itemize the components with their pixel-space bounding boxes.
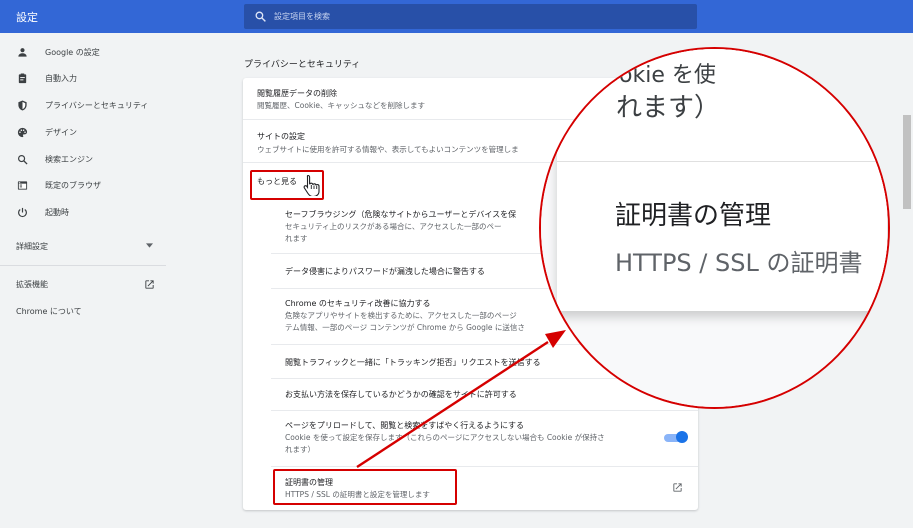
open-in-new-icon[interactable] bbox=[144, 279, 155, 290]
open-in-new-icon[interactable] bbox=[672, 482, 683, 493]
magnifier-divider bbox=[557, 161, 887, 162]
shield-icon bbox=[18, 100, 27, 111]
row-description: れます bbox=[285, 234, 308, 243]
browser-icon bbox=[17, 181, 28, 190]
row-title: お支払い方法を保存しているかどうかの確認をサイトに許可する bbox=[285, 390, 517, 399]
sidebar-item-about[interactable]: Chrome について bbox=[16, 306, 82, 317]
sidebar-item-label: デザイン bbox=[45, 128, 77, 137]
sidebar-item-label: 検索エンジン bbox=[45, 155, 93, 164]
row-description: 閲覧履歴、Cookie、キャッシュなどを削除します bbox=[257, 101, 425, 110]
row-description: テム情報、一部のページ コンテンツが Chrome から Google に送信さ bbox=[285, 323, 525, 332]
sidebar-item-extensions[interactable]: 拡張機能 bbox=[16, 279, 48, 290]
scrollbar-thumb[interactable] bbox=[903, 115, 911, 209]
row-description: れます） bbox=[285, 445, 315, 454]
clipboard-icon bbox=[18, 73, 27, 84]
row-description: Cookie を使って設定を保存します（これらのページにアクセスしない場合も C… bbox=[285, 433, 605, 442]
magnifier-text: れます） bbox=[616, 93, 721, 123]
sidebar-item-privacy[interactable]: プライバシーとセキュリティ bbox=[0, 93, 166, 119]
magnifier-cert-title: 証明書の管理 bbox=[615, 201, 772, 231]
page-title: 設定 bbox=[16, 11, 38, 24]
sidebar-item-label: 既定のブラウザ bbox=[45, 181, 101, 190]
search-box[interactable] bbox=[244, 4, 697, 29]
row-description: ウェブサイトに使用を許可する情報や、表示してもよいコンテンツを管理しま bbox=[257, 145, 519, 154]
row-title: 閲覧履歴データの削除 bbox=[257, 89, 337, 98]
magnifier-cert-desc: HTTPS / SSL の証明書 bbox=[615, 249, 863, 277]
toggle-knob bbox=[676, 431, 688, 443]
row-title: データ侵害によりパスワードが漏洩した場合に警告する bbox=[285, 267, 485, 276]
row-title: サイトの設定 bbox=[257, 132, 305, 141]
row-title: セーフブラウジング（危険なサイトからユーザーとデバイスを保 bbox=[285, 210, 517, 219]
magnifier-zoom: okie を使 れます） 証明書の管理 HTTPS / SSL の証明書 bbox=[539, 47, 890, 409]
hand-cursor-icon bbox=[303, 174, 320, 196]
row-title: 閲覧トラフィックと一緒に「トラッキング拒否」リクエストを送信する bbox=[285, 358, 541, 367]
certificate-highlight-box bbox=[273, 469, 457, 505]
section-title: プライバシーとセキュリティ bbox=[244, 60, 361, 70]
sidebar-item-default-browser[interactable]: 既定のブラウザ bbox=[0, 173, 166, 199]
divider bbox=[0, 265, 166, 266]
sidebar-item-search-engine[interactable]: 検索エンジン bbox=[0, 147, 166, 173]
row-description: セキュリティ上のリスクがある場合に、アクセスした一部のペー bbox=[285, 222, 502, 231]
preload-row[interactable]: ページをプリロードして、閲覧と検索をすばやく行えるようにする Cookie を使… bbox=[271, 410, 698, 466]
sidebar-item-label: Google の設定 bbox=[45, 48, 100, 57]
search-icon bbox=[18, 155, 28, 165]
magnifier-text: okie を使 bbox=[619, 63, 716, 88]
search-input[interactable] bbox=[274, 4, 674, 29]
sidebar: Google の設定 自動入力 プライバシーとセキュリティ デザイン 検索エンジ… bbox=[0, 33, 166, 528]
search-icon bbox=[255, 11, 266, 22]
palette-icon bbox=[17, 127, 28, 138]
sidebar-item-startup[interactable]: 起動時 bbox=[0, 200, 166, 226]
sidebar-item-label: 起動時 bbox=[45, 208, 69, 217]
chevron-down-icon[interactable] bbox=[146, 243, 153, 248]
sidebar-item-label: 自動入力 bbox=[45, 74, 77, 83]
person-icon bbox=[18, 48, 27, 57]
row-title: ページをプリロードして、閲覧と検索をすばやく行えるようにする bbox=[285, 421, 525, 430]
sidebar-item-label: プライバシーとセキュリティ bbox=[45, 101, 149, 110]
advanced-settings-toggle[interactable]: 詳細設定 bbox=[16, 241, 48, 252]
sidebar-item-autofill[interactable]: 自動入力 bbox=[0, 66, 166, 92]
sidebar-item-google[interactable]: Google の設定 bbox=[0, 40, 166, 66]
sidebar-item-design[interactable]: デザイン bbox=[0, 120, 166, 146]
scrollbar-track[interactable] bbox=[901, 33, 913, 528]
preload-toggle[interactable] bbox=[664, 431, 688, 443]
power-icon bbox=[18, 207, 27, 218]
row-description: 危険なアプリやサイトを検出するために、アクセスした一部のページ bbox=[285, 311, 517, 320]
row-title: Chrome のセキュリティ改善に協力する bbox=[285, 299, 431, 308]
top-bar: 設定 bbox=[0, 0, 913, 33]
